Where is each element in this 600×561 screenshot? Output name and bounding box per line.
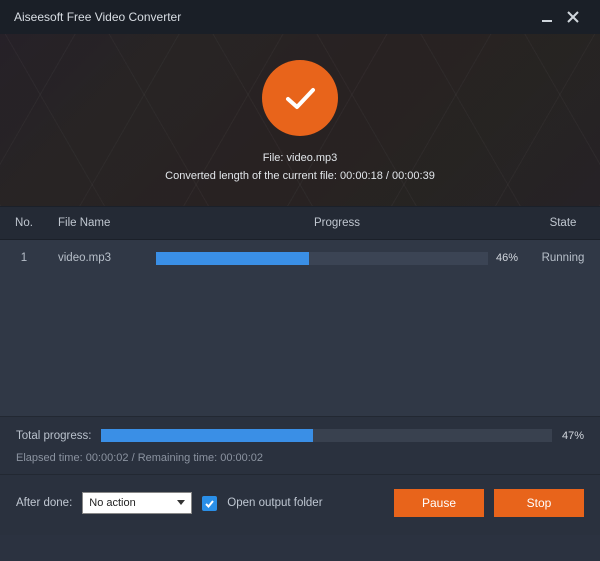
app-title: Aiseesoft Free Video Converter (14, 10, 534, 24)
title-bar: Aiseesoft Free Video Converter (0, 0, 600, 34)
row-progress-percent: 46% (496, 252, 518, 264)
status-hero: File: video.mp3 Converted length of the … (0, 34, 600, 206)
open-output-label[interactable]: Open output folder (227, 497, 322, 509)
converted-length-label: Converted length of the current file: 00… (165, 168, 435, 186)
action-bar: After done: No action Open output folder… (0, 474, 600, 535)
hero-text: File: video.mp3 Converted length of the … (165, 150, 435, 185)
after-done-value: No action (89, 497, 135, 509)
total-progress-bar (101, 429, 552, 442)
table-row[interactable]: 1 video.mp3 46% Running (0, 240, 600, 276)
row-progress: 46% (148, 252, 526, 265)
col-header-no: No. (0, 217, 48, 229)
row-progress-fill (156, 252, 309, 265)
row-progress-bar (156, 252, 488, 265)
total-progress-row: Total progress: 47% (16, 429, 584, 442)
table-empty-area (0, 276, 600, 416)
minimize-button[interactable] (534, 4, 560, 30)
after-done-label: After done: (16, 497, 72, 509)
elapsed-remaining-label: Elapsed time: 00:00:02 / Remaining time:… (16, 452, 584, 464)
row-filename: video.mp3 (48, 252, 148, 264)
close-button[interactable] (560, 4, 586, 30)
total-progress-fill (101, 429, 313, 442)
table-header: No. File Name Progress State (0, 206, 600, 240)
row-state: Running (526, 252, 600, 264)
current-file-label: File: video.mp3 (165, 150, 435, 168)
stop-button[interactable]: Stop (494, 489, 584, 517)
col-header-progress: Progress (148, 217, 526, 229)
pause-button[interactable]: Pause (394, 489, 484, 517)
total-progress-percent: 47% (562, 430, 584, 442)
chevron-down-icon (177, 497, 185, 509)
col-header-state: State (526, 217, 600, 229)
success-check-icon (262, 60, 338, 136)
col-header-filename: File Name (48, 217, 148, 229)
open-output-checkbox[interactable] (202, 496, 217, 511)
table-body: 1 video.mp3 46% Running (0, 240, 600, 416)
after-done-select[interactable]: No action (82, 492, 192, 514)
row-number: 1 (0, 252, 48, 264)
app-window: Aiseesoft Free Video Converter File: vid… (0, 0, 600, 561)
total-progress-section: Total progress: 47% Elapsed time: 00:00:… (0, 416, 600, 474)
total-progress-label: Total progress: (16, 430, 91, 442)
